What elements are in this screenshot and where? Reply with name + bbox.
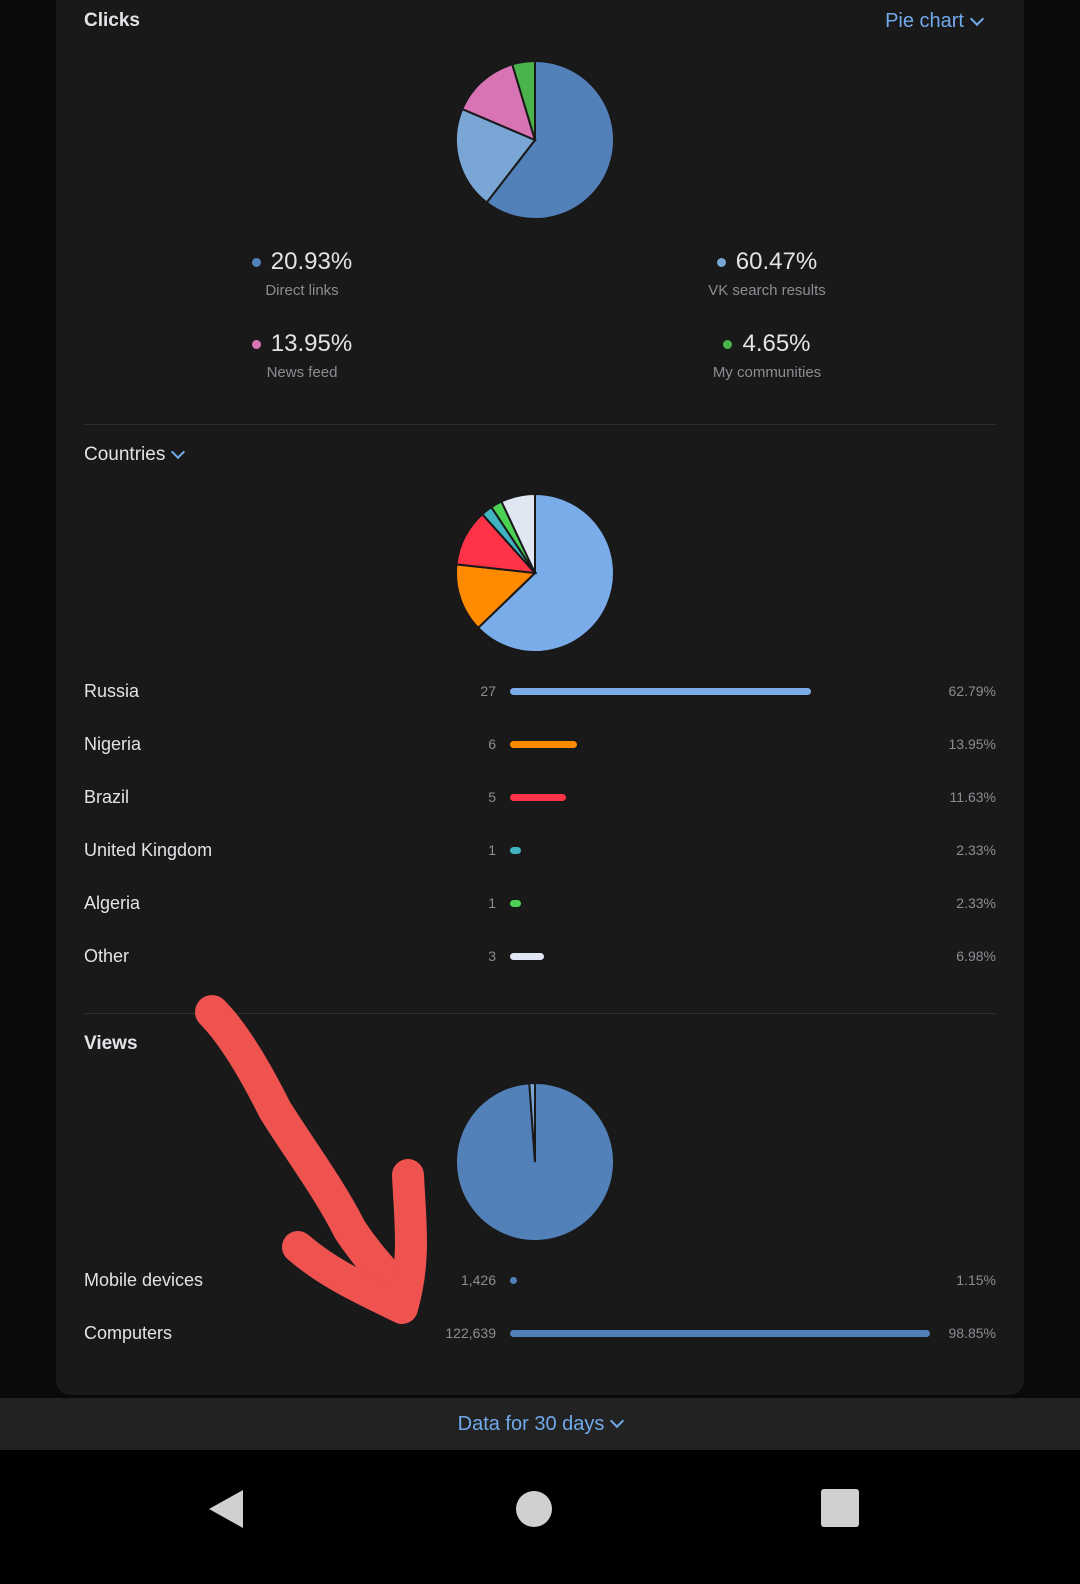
section-divider <box>84 424 996 425</box>
clicks-pie-chart <box>455 60 615 220</box>
legend-label: Direct links <box>265 282 339 299</box>
chart-type-label: Pie chart <box>885 10 964 32</box>
stat-row: Nigeria 6 13.95% <box>84 730 996 760</box>
stat-row-name: Other <box>84 946 130 966</box>
stat-row-bar <box>510 847 521 854</box>
system-navigation-bar <box>0 1450 1080 1584</box>
clicks-legend-vk-search: 60.47% VK search results <box>647 248 887 299</box>
stat-row-count: 6 <box>488 736 496 752</box>
legend-dot <box>723 339 733 349</box>
countries-pie-chart <box>455 493 615 653</box>
stat-row-percent: 2.33% <box>956 895 996 911</box>
chevron-down-icon <box>969 11 985 26</box>
stat-row: United Kingdom 1 2.33% <box>84 836 996 866</box>
stat-row-bar <box>510 900 521 907</box>
stat-row-count: 1 <box>488 895 496 911</box>
stat-row-bar <box>510 794 566 801</box>
stat-row-name: Computers <box>84 1323 173 1343</box>
stat-row-name: United Kingdom <box>84 840 213 860</box>
home-icon[interactable] <box>515 1490 553 1528</box>
period-label: Data for 30 days <box>457 1412 605 1435</box>
views-pie-chart <box>455 1082 615 1242</box>
stat-row-bar <box>510 1277 517 1284</box>
stat-row-count: 3 <box>488 948 496 964</box>
legend-dot <box>251 339 261 349</box>
stat-row-count: 1,426 <box>460 1272 496 1288</box>
legend-value: 60.47% <box>735 248 818 275</box>
countries-title: Countries <box>84 444 166 465</box>
stat-row: Brazil 5 11.63% <box>84 783 996 813</box>
stat-row-count: 5 <box>488 789 496 805</box>
period-dropdown[interactable]: Data for 30 days <box>457 1412 625 1436</box>
stat-row: Russia 27 62.79% <box>84 677 996 707</box>
stat-row-percent: 13.95% <box>948 736 996 752</box>
recents-icon[interactable] <box>820 1488 860 1528</box>
legend-value: 4.65% <box>742 330 811 357</box>
clicks-legend-direct-links: 20.93% Direct links <box>182 248 422 299</box>
stat-row-count: 27 <box>480 683 496 699</box>
back-icon[interactable] <box>205 1488 247 1530</box>
stat-row-name: Russia <box>84 681 140 701</box>
period-bar: Data for 30 days <box>0 1398 1080 1450</box>
stat-row-percent: 11.63% <box>949 789 996 805</box>
views-title: Views <box>84 1033 138 1054</box>
stat-row-percent: 2.33% <box>956 842 996 858</box>
stat-row-percent: 98.85% <box>948 1325 996 1341</box>
stat-row: Algeria 1 2.33% <box>84 889 996 919</box>
legend-value: 13.95% <box>270 330 353 357</box>
annotation-arrow <box>195 995 427 1324</box>
stat-row: Other 3 6.98% <box>84 942 996 972</box>
stat-row-name: Brazil <box>84 787 130 807</box>
stat-row-percent: 6.98% <box>956 948 996 964</box>
stat-row-name: Nigeria <box>84 734 142 754</box>
countries-dropdown[interactable]: Countries <box>84 444 186 466</box>
chevron-down-icon <box>610 1413 625 1429</box>
stat-row-percent: 62.79% <box>948 683 996 699</box>
stat-row-bar <box>510 1330 930 1337</box>
clicks-legend-my-communities: 4.65% My communities <box>647 330 887 381</box>
stat-row-bar <box>510 741 577 748</box>
stat-row-bar <box>510 688 811 695</box>
stat-row-bar <box>510 953 544 960</box>
stat-row-percent: 1.15% <box>956 1272 996 1288</box>
stat-row-name: Mobile devices <box>84 1270 204 1290</box>
clicks-title: Clicks <box>84 10 140 31</box>
legend-dot <box>251 257 261 267</box>
legend-value: 20.93% <box>270 248 353 275</box>
chevron-down-icon <box>171 444 186 460</box>
legend-dot <box>716 257 726 267</box>
legend-label: VK search results <box>708 282 826 299</box>
chart-type-dropdown[interactable]: Pie chart <box>885 10 985 33</box>
legend-label: My communities <box>712 364 822 381</box>
stat-row-name: Algeria <box>84 893 141 913</box>
stat-row-count: 1 <box>488 842 496 858</box>
legend-label: News feed <box>266 364 338 381</box>
stat-row-count: 122,639 <box>445 1325 496 1341</box>
clicks-legend-news-feed: 13.95% News feed <box>182 330 422 381</box>
